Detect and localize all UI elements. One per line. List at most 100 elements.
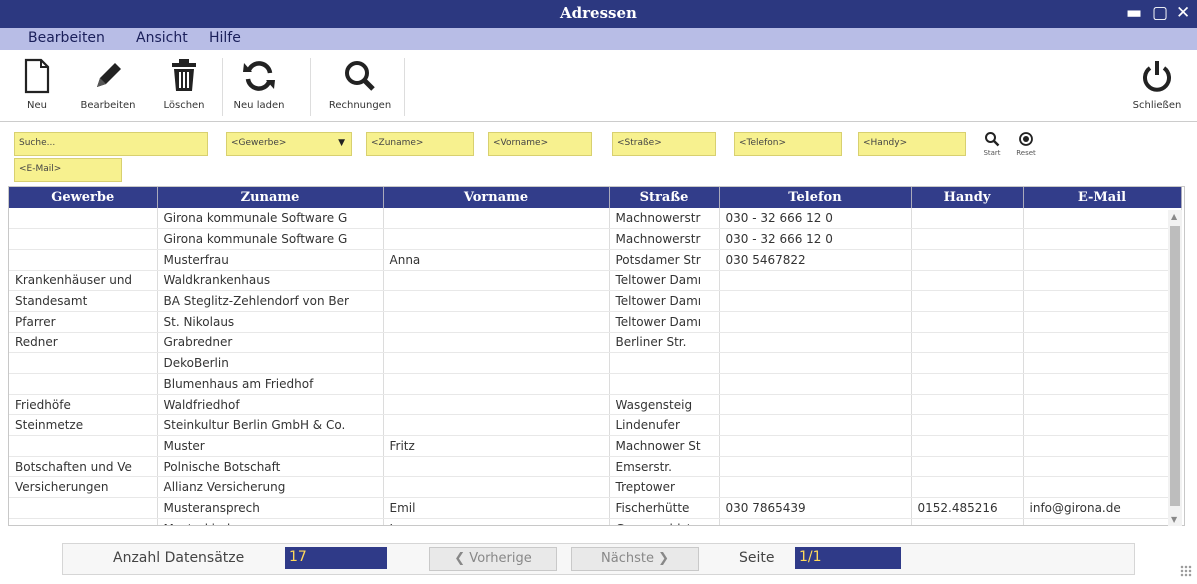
cell-gewerbe (9, 352, 158, 374)
table-row[interactable]: Standesamt BA Steglitz-Zehlendorf von Ber… (9, 290, 1182, 312)
cell-gewerbe (9, 249, 158, 271)
table-row[interactable]: Friedhöfe Waldfriedhof Wasgensteig (9, 394, 1182, 416)
cell-gewerbe: Pfarrer (9, 311, 158, 333)
cell-gewerbe: Krankenhäuser und (9, 270, 158, 292)
table-row[interactable]: Krankenhäuser und Waldkrankenhaus Teltower… (9, 270, 1182, 292)
edit-button[interactable]: Bearbeiten (70, 54, 146, 118)
gewerbe-select[interactable]: <Gewerbe> ▼ (226, 132, 352, 156)
table-row[interactable]: Girona kommunale Software G Machnowerstr 0… (9, 208, 1182, 230)
column-header-vorname[interactable]: Vorname (383, 187, 610, 208)
cell-telefon (719, 332, 912, 354)
new-button[interactable]: Neu (12, 54, 62, 118)
delete-button[interactable]: Löschen (156, 54, 212, 118)
strasse-field[interactable]: <Straße> (612, 132, 716, 156)
table-row[interactable]: MusterkindJanaGrunewaldstr (9, 518, 1182, 525)
reset-button[interactable]: Reset (1014, 131, 1038, 157)
cell-handy (911, 352, 1024, 374)
resize-grip-icon[interactable] (1180, 565, 1192, 577)
cell-strasse: Machnower St (609, 435, 720, 457)
cell-email: info@girona.de (1023, 497, 1182, 519)
new-label: Neu (27, 100, 47, 111)
scroll-up-icon[interactable]: ▲ (1171, 212, 1177, 221)
telefon-field[interactable]: <Telefon> (734, 132, 842, 156)
cell-strasse: Treptower (609, 476, 720, 499)
page-value: 1/1 (795, 547, 901, 569)
cell-vorname (383, 270, 610, 292)
cell-zuname: St. Nikolaus (157, 311, 384, 333)
cell-vorname: Jana (383, 518, 610, 525)
table-row[interactable]: Redner Grabredner Berliner Str. (9, 332, 1182, 354)
start-button[interactable]: Start (980, 131, 1004, 157)
vertical-scrollbar[interactable]: ▲ ▼ (1168, 210, 1182, 526)
page-label: Seite (739, 550, 775, 566)
cell-vorname (383, 228, 610, 250)
cell-handy: 0152.485216 (911, 497, 1024, 519)
cell-zuname: Girona kommunale Software G (157, 208, 384, 230)
toolbar: Neu Bearbeiten Löschen Neu laden Rechnun… (0, 50, 1197, 122)
menu-hilfe[interactable]: Hilfe (209, 30, 241, 46)
cell-handy (911, 456, 1024, 478)
column-header-telefon[interactable]: Telefon (719, 187, 912, 208)
cell-zuname: Girona kommunale Software G (157, 228, 384, 250)
menu-bearbeiten[interactable]: Bearbeiten (28, 30, 105, 46)
cell-telefon (719, 435, 912, 457)
column-header-zuname[interactable]: Zuname (157, 187, 384, 208)
start-label: Start (983, 149, 1001, 157)
zuname-field[interactable]: <Zuname> (366, 132, 474, 156)
email-field[interactable]: <E-Mail> (14, 158, 122, 182)
menu-ansicht[interactable]: Ansicht (136, 30, 188, 46)
close-icon[interactable]: ✕ (1176, 3, 1190, 23)
refresh-icon (243, 61, 275, 91)
table-row[interactable]: Muster Fritz Machnower St (9, 435, 1182, 457)
trash-icon (172, 59, 196, 91)
delete-label: Löschen (163, 100, 205, 111)
table-row[interactable]: Versicherungen Allianz Versicherung Trepto… (9, 476, 1182, 499)
maximize-icon[interactable]: ▢ (1152, 3, 1168, 23)
next-button[interactable]: Nächste ❯ (571, 547, 699, 571)
table-row[interactable]: Musteransprech Emil Fischerhütte 030 786543… (9, 497, 1182, 519)
cell-telefon (719, 456, 912, 478)
search-input[interactable]: Suche... (14, 132, 208, 156)
cell-telefon (719, 476, 912, 499)
reload-button[interactable]: Neu laden (228, 54, 290, 118)
table-row[interactable]: Steinmetze Steinkultur Berlin GmbH & Co. L… (9, 414, 1182, 437)
cell-vorname (383, 373, 610, 395)
cell-telefon (719, 270, 912, 292)
table-row[interactable]: Musterfrau Anna Potsdamer Str 030 5467822 (9, 249, 1182, 271)
cell-email (1023, 476, 1182, 499)
cell-handy (911, 228, 1024, 250)
cell-strasse: Potsdamer Str (609, 249, 720, 271)
cell-gewerbe: Friedhöfe (9, 394, 158, 416)
cell-email (1023, 394, 1182, 416)
table-row[interactable]: Botschaften und Ve Polnische Botschaft Ems… (9, 456, 1182, 478)
cell-vorname (383, 414, 610, 437)
cell-email (1023, 270, 1182, 292)
minimize-icon[interactable]: ▬ (1126, 3, 1142, 23)
table-body: Girona kommunale Software G Machnowerstr 0… (9, 208, 1182, 525)
column-header-handy[interactable]: Handy (911, 187, 1024, 208)
cell-zuname: Polnische Botschaft (157, 456, 384, 478)
cell-gewerbe: Standesamt (9, 290, 158, 312)
previous-button[interactable]: ❮ Vorherige (429, 547, 557, 571)
column-header-email[interactable]: E-Mail (1023, 187, 1182, 208)
cell-strasse (609, 352, 720, 374)
scrollbar-thumb[interactable] (1170, 226, 1180, 506)
table-row[interactable]: DekoBerlin (9, 352, 1182, 374)
cell-email (1023, 373, 1182, 395)
table-row[interactable]: Girona kommunale Software G Machnowerstr 0… (9, 228, 1182, 250)
invoices-button[interactable]: Rechnungen (316, 54, 404, 118)
cell-zuname: Grabredner (157, 332, 384, 354)
cell-strasse: Fischerhütte (609, 497, 720, 519)
cell-strasse: Grunewaldstr (609, 518, 720, 525)
column-header-strasse[interactable]: Straße (609, 187, 720, 208)
vorname-field[interactable]: <Vorname> (488, 132, 592, 156)
cell-handy (911, 435, 1024, 457)
table-row[interactable]: Pfarrer St. Nikolaus Teltower Damı (9, 311, 1182, 333)
scroll-down-icon[interactable]: ▼ (1171, 515, 1177, 524)
column-header-gewerbe[interactable]: Gewerbe (9, 187, 158, 208)
close-button[interactable]: Schließen (1124, 54, 1190, 118)
address-table: Gewerbe Zuname Vorname Straße Telefon Ha… (8, 186, 1185, 526)
table-row[interactable]: Blumenhaus am Friedhof (9, 373, 1182, 395)
handy-field[interactable]: <Handy> (858, 132, 966, 156)
cell-email (1023, 228, 1182, 250)
